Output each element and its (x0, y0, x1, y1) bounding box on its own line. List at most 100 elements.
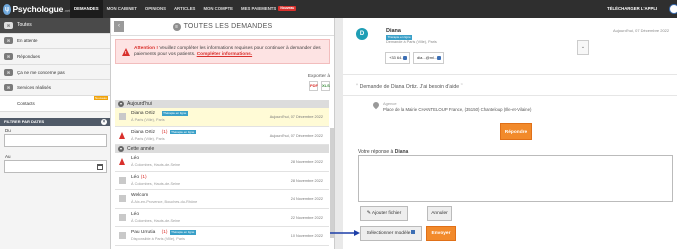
pdf-export-icon[interactable]: PDF (309, 81, 318, 91)
agency-label: Agence (383, 101, 397, 106)
logo-text: Psychologue (12, 4, 64, 14)
agency-address: Place de la Mairie CHANTELOUP France, (3… (383, 107, 532, 112)
inbox-icon: ✉ (4, 21, 13, 29)
nav-opinions[interactable]: OPINIONS (141, 0, 170, 18)
folder-ca-ne-me-concerne-pas[interactable]: ✉ Ça ne me concerne pas (0, 65, 110, 81)
nav-mon-cabinet[interactable]: MON CABINET (103, 0, 141, 18)
phone-field[interactable]: +33 64... (385, 52, 410, 64)
warning-icon: ! (122, 47, 130, 56)
select-template-button[interactable]: Sélectionner modèle (360, 226, 422, 241)
request-row[interactable]: Diana Ortiz Thérapie en ligne À Paris (Vil… (115, 108, 329, 127)
request-date: Aujourd'hui, 07 Décembre 2022 (269, 115, 323, 119)
message-icon (119, 195, 126, 202)
request-message: “ Demande de Diana Ortiz. J'ai besoin d'… (356, 84, 463, 90)
date-from-input[interactable] (4, 133, 107, 147)
reply-button[interactable]: Répondre (500, 123, 532, 140)
date-from-label: Du (5, 127, 11, 133)
actions-dropdown-button[interactable]: ⌄ (577, 40, 589, 55)
collapse-sidebar-button[interactable]: ‹ (114, 21, 124, 32)
email-icon (437, 56, 441, 60)
message-icon (119, 232, 126, 239)
request-row[interactable]: Léo À Colombes, Hauts-de-Seine 28 Novembre… (115, 153, 329, 172)
complete-info-link[interactable]: Compléter informations. (197, 52, 252, 57)
page-title: TOUTES LES DEMANDES (183, 23, 273, 30)
nav-articles[interactable]: ARTICLES (170, 0, 200, 18)
request-date: 28 Novembre 2022 (290, 178, 323, 183)
folder-repondues[interactable]: ✉ Répondues (0, 49, 110, 65)
unread-count: (1) (161, 129, 168, 135)
date-to-input[interactable] (4, 159, 107, 173)
request-location: Disponsible à Paris (Ville), Paris (131, 237, 185, 241)
send-button[interactable]: Envoyer (426, 226, 456, 241)
request-location: À Aix-en-Provence, Bouches-du-Rhône (131, 200, 198, 204)
request-location: À Colombes, Hauts-de-Seine (131, 163, 181, 167)
request-name: Léo (131, 211, 140, 217)
request-date: 28 Novembre 2022 (290, 160, 323, 164)
nav-demandes[interactable]: DEMANDES (70, 0, 103, 18)
new-badge: Nouveau (278, 6, 297, 11)
group-header-today[interactable]: ▾ Aujourd'hui (115, 100, 329, 108)
warning-icon (119, 158, 125, 165)
close-icon[interactable]: × (101, 118, 107, 125)
email-field[interactable]: dia...@ml... (413, 52, 444, 64)
sender-avatar: D (356, 28, 368, 40)
folder-contacts[interactable]: Contacts Nouveau (0, 95, 110, 112)
inbox-icon: ✉ (4, 37, 13, 45)
request-location: À Colombes, Hauts-de-Seine (131, 218, 181, 223)
alert-banner: ! Attention ! Veuillez compléter les inf… (115, 39, 330, 64)
request-name: Diana Ortiz (131, 111, 155, 116)
online-therapy-badge: Thérapie en ligne (169, 129, 196, 134)
requests-icon: ≡ (172, 22, 181, 31)
request-row[interactable]: Welcom À Aix-en-Provence, Bouches-du-Rhôn… (115, 190, 329, 209)
reply-textarea[interactable] (358, 155, 673, 202)
request-list-panel: ‹ ≡ TOUTES LES DEMANDES ! Attention ! Ve… (111, 18, 335, 249)
nav-mes-paiements[interactable]: MES PAIEMENTS Nouveau (237, 0, 300, 18)
calendar-icon[interactable] (97, 163, 103, 170)
online-therapy-badge: Thérapie en ligne (169, 230, 196, 235)
request-row[interactable]: Pau Urrutia (1) Thérapie en ligne Disponsib… (115, 227, 329, 246)
sender-name: Diana (386, 28, 401, 34)
request-row[interactable]: Diana Ortiz (1) Thérapie en ligne À Paris (… (115, 126, 329, 145)
message-icon (119, 213, 126, 221)
folder-services-realises[interactable]: ✉ Services réalisés (0, 80, 110, 96)
attach-file-button[interactable]: ✎ Ajouter fichier (360, 206, 408, 221)
cancel-button[interactable]: Annuler (427, 206, 452, 221)
request-location: À Paris (Ville), Paris (131, 136, 165, 141)
user-avatar[interactable] (669, 4, 677, 14)
request-name: Léo (131, 174, 140, 180)
inbox-icon: ✉ (4, 68, 13, 76)
folder-toutes[interactable]: ✉ Toutes (0, 18, 110, 34)
unread-count: (1) (140, 174, 147, 180)
request-name: Welcom (131, 193, 149, 198)
inbox-icon: ✉ (4, 52, 13, 60)
folder-en-attente[interactable]: ✉ En attente (0, 34, 110, 50)
template-icon (411, 230, 416, 234)
online-therapy-badge: Thérapie en ligne (161, 111, 188, 116)
logo[interactable]: ψ Psychologue .net (0, 3, 70, 15)
nav-mon-compte[interactable]: MON COMPTE (199, 0, 237, 18)
divider (343, 74, 677, 75)
chevron-down-icon: ▾ (118, 146, 124, 152)
request-row[interactable]: Léo (1) À Colombes, Hauts-de-Seine 28 Novem… (115, 171, 329, 190)
download-app-link[interactable]: TÉLÉCHARGER L'APPLI (607, 0, 657, 18)
warning-icon (119, 131, 125, 139)
annotation-arrow (330, 230, 360, 236)
new-badge: Nouveau (93, 95, 108, 100)
request-list-header: ‹ ≡ TOUTES LES DEMANDES (111, 18, 334, 36)
request-date: Aujourd'hui, 07 Décembre 2022 (613, 28, 670, 33)
location-pin-icon (371, 100, 381, 110)
request-location: À Paris (Ville), Paris (131, 118, 165, 122)
request-date: Aujourd'hui, 07 Décembre 2022 (269, 133, 323, 138)
list-scrollbar[interactable] (330, 128, 334, 238)
inbox-icon: ✉ (4, 84, 13, 92)
quote-close-icon: ” (460, 84, 463, 90)
unread-count: (1) (161, 230, 168, 235)
chevron-down-icon: ▾ (118, 101, 124, 107)
excel-export-icon[interactable]: XLS (321, 81, 330, 91)
request-name: Léo (131, 156, 140, 161)
date-filter-header[interactable]: FILTRER PAR DATES × (0, 117, 110, 126)
group-header-this-year[interactable]: ▾ Cette année (115, 145, 329, 153)
request-date: 24 Novembre 2022 (290, 197, 323, 201)
request-row[interactable]: Léo À Colombes, Hauts-de-Seine 22 Novembre… (115, 208, 329, 227)
request-name: Pau Urrutia (131, 230, 156, 235)
